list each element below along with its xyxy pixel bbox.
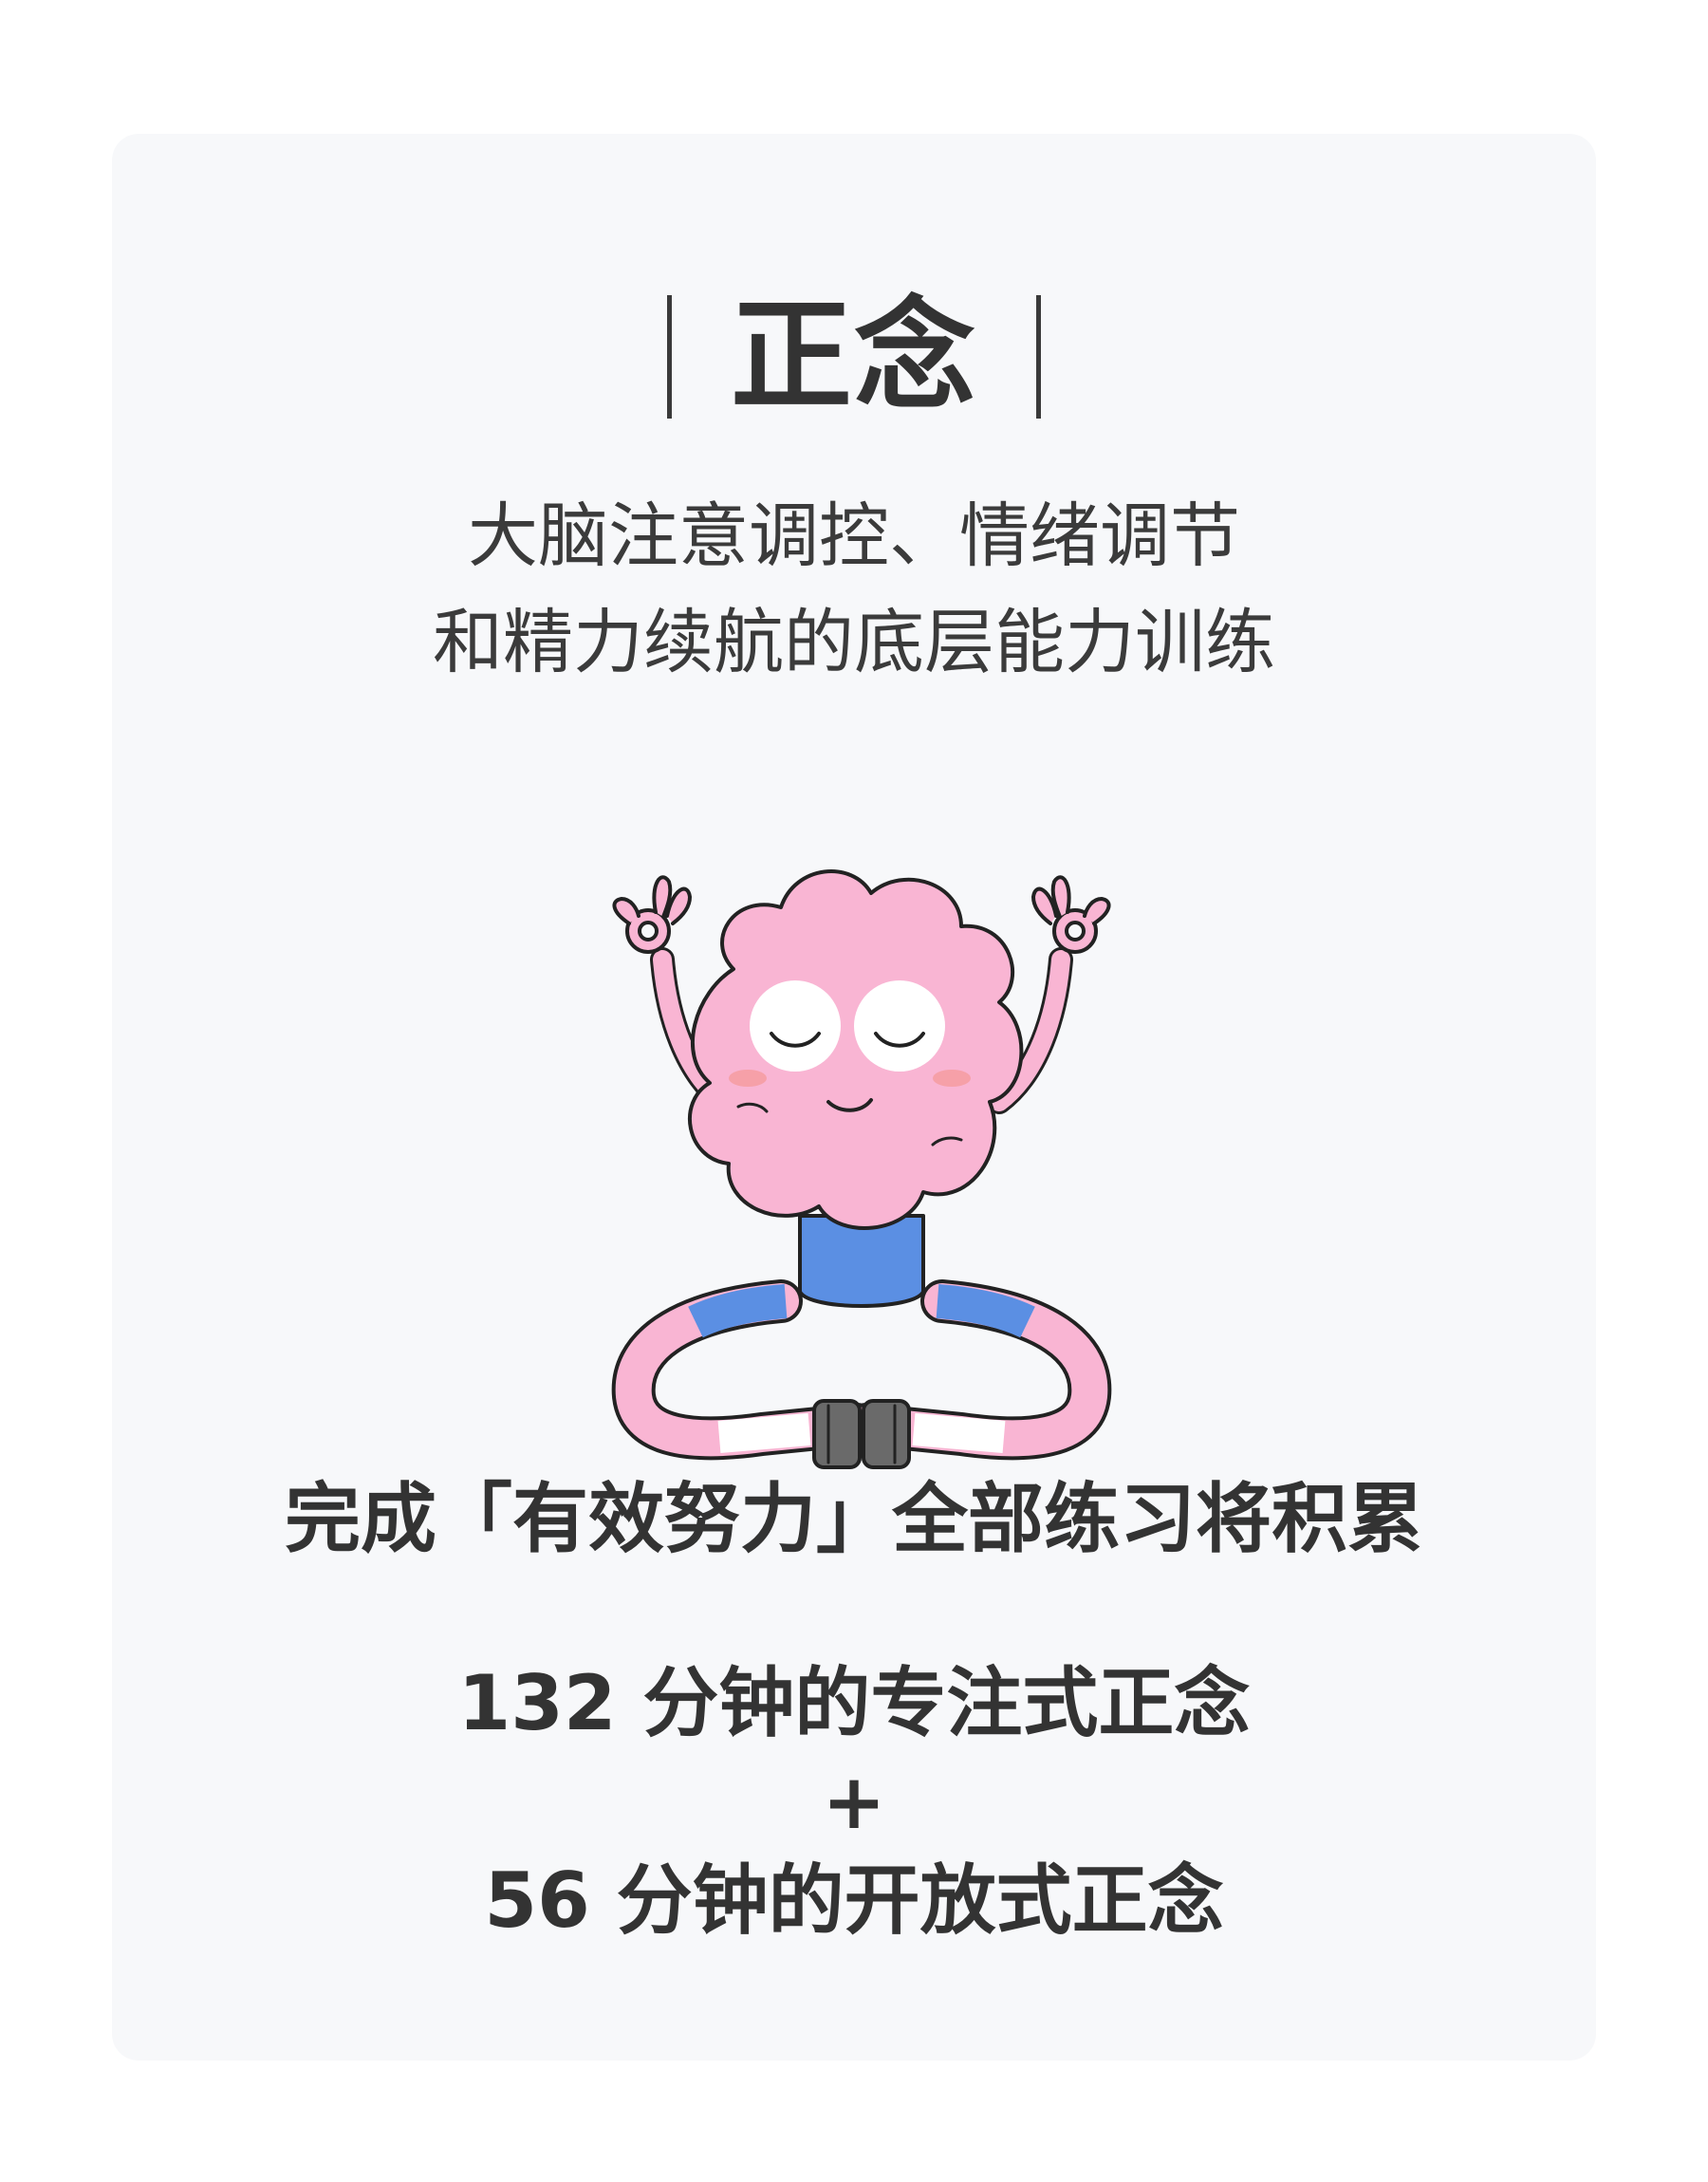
- stat-open-mindfulness: 56 分钟的开放式正念: [484, 1856, 1224, 1945]
- subtitle: 大脑注意调控、情绪调节 和精力续航的底层能力训练: [112, 483, 1596, 696]
- info-card: 正念 大脑注意调控、情绪调节 和精力续航的底层能力训练 完成「有效努力」全部练习…: [112, 134, 1596, 2061]
- page-title: 正念: [730, 286, 977, 427]
- summary-heading: 完成「有效努力」全部练习将积累: [285, 1475, 1423, 1563]
- plus-sign: +: [822, 1758, 886, 1846]
- subtitle-line-1: 大脑注意调控、情绪调节: [468, 495, 1240, 577]
- stat-focused-mindfulness: 132 分钟的专注式正念: [457, 1659, 1251, 1747]
- stats-block: 132 分钟的专注式正念 + 56 分钟的开放式正念: [112, 1654, 1596, 1950]
- title-row: 正念: [112, 290, 1596, 423]
- meditating-brain-icon: [611, 869, 1112, 1469]
- title-divider-right: [1036, 295, 1041, 419]
- subtitle-line-2: 和精力续航的底层能力训练: [433, 602, 1275, 683]
- title-divider-left: [666, 295, 672, 419]
